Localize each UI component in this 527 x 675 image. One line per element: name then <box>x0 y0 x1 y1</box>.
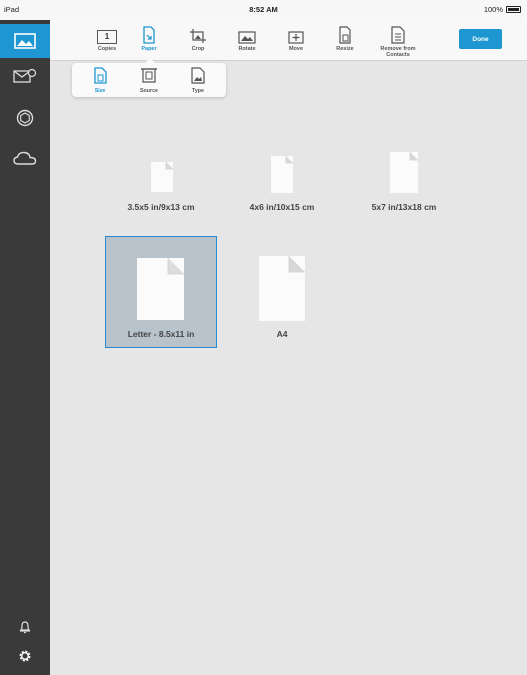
rotate-button[interactable]: Rotate <box>225 24 269 52</box>
resize-label: Resize <box>336 46 354 52</box>
tray-icon <box>141 68 157 83</box>
paper-icon <box>143 26 155 44</box>
status-bar: iPad 8:52 AM 100% <box>0 0 527 20</box>
popover-size-label: Size <box>94 88 106 94</box>
popover-item-type[interactable]: Type <box>178 66 218 94</box>
sidebar-item-email[interactable] <box>0 59 50 93</box>
document-list-icon <box>391 26 405 44</box>
move-button[interactable]: Move <box>274 24 318 52</box>
size-option-label: 3.5x5 in/9x13 cm <box>127 202 195 212</box>
resize-button[interactable]: Resize <box>323 24 367 52</box>
crop-label: Crop <box>191 46 205 52</box>
rotate-icon <box>238 31 256 44</box>
copies-button[interactable]: 1 Copies <box>85 24 129 52</box>
size-option-letter[interactable]: Letter - 8.5x11 in <box>105 236 217 348</box>
size-option-label: A4 <box>276 329 288 339</box>
sidebar <box>0 20 50 675</box>
paper-label: Paper <box>141 46 157 52</box>
paper-button[interactable]: Paper <box>127 24 171 52</box>
popover-source-label: Source <box>140 88 158 94</box>
done-button[interactable]: Done <box>459 29 502 49</box>
size-option-3.5x5[interactable]: 3.5x5 in/9x13 cm <box>105 150 217 220</box>
move-label: Move <box>288 46 304 52</box>
popover-item-source[interactable]: Source <box>129 66 169 94</box>
resize-icon <box>339 26 351 44</box>
copies-label: Copies <box>97 46 117 52</box>
size-icon <box>93 67 107 84</box>
paper-sheet-icon <box>151 162 173 192</box>
paper-sheet-icon <box>271 156 293 193</box>
size-option-label: Letter - 8.5x11 in <box>127 329 195 339</box>
cloud-icon <box>13 151 37 165</box>
gear-icon <box>19 650 31 662</box>
sidebar-item-cloud[interactable] <box>0 141 50 175</box>
crop-button[interactable]: Crop <box>176 24 220 52</box>
paper-options-popover: Size Source Type <box>72 58 226 97</box>
aperture-icon <box>16 109 34 127</box>
paper-sheet-icon <box>259 256 305 321</box>
remove-from-contacts-label: Remove from Contacts <box>380 46 416 58</box>
size-option-label: 4x6 in/10x15 cm <box>249 202 315 212</box>
remove-from-contacts-button[interactable]: Remove from Contacts <box>372 24 424 58</box>
sidebar-item-aperture[interactable] <box>0 101 50 135</box>
size-option-5x7[interactable]: 5x7 in/13x18 cm <box>348 150 460 220</box>
crop-icon <box>190 29 206 43</box>
sidebar-item-settings[interactable] <box>0 639 50 673</box>
rotate-label: Rotate <box>238 46 256 52</box>
battery-status: 100% <box>484 5 521 14</box>
battery-percent: 100% <box>483 5 503 14</box>
clock: 8:52 AM <box>249 5 278 14</box>
size-option-a4[interactable]: A4 <box>226 236 338 346</box>
popover-type-label: Type <box>192 88 204 94</box>
battery-icon <box>506 6 521 13</box>
photo-paper-icon <box>191 67 205 84</box>
paper-sheet-icon <box>390 152 418 193</box>
paper-sheet-icon <box>137 258 184 320</box>
popover-item-size[interactable]: Size <box>80 66 120 94</box>
copies-counter: 1 <box>97 30 117 44</box>
move-icon <box>288 31 304 44</box>
toolbar: 1 Copies Paper Crop Rotate Move Resize R… <box>50 20 527 61</box>
size-option-4x6[interactable]: 4x6 in/10x15 cm <box>226 150 338 220</box>
email-icon <box>13 68 37 83</box>
size-option-label: 5x7 in/13x18 cm <box>371 202 437 212</box>
sidebar-item-photos[interactable] <box>0 24 50 58</box>
bell-icon <box>19 621 31 634</box>
photos-icon <box>14 33 36 49</box>
